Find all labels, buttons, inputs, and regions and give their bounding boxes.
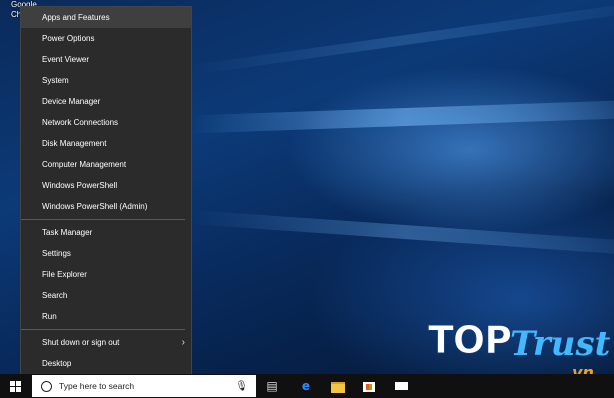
menu-item-settings[interactable]: Settings <box>21 243 191 264</box>
taskbar: Type here to search 🎙 ▤ e <box>0 374 614 398</box>
menu-item-label: Desktop <box>42 359 72 368</box>
microphone-icon[interactable]: 🎙 <box>235 381 248 392</box>
watermark-part1: TOP <box>427 318 512 363</box>
menu-item-label: Apps and Features <box>42 13 110 22</box>
menu-item-windows-powershell[interactable]: Windows PowerShell <box>21 175 191 196</box>
menu-item-apps-and-features[interactable]: Apps and Features <box>21 7 191 28</box>
watermark-part2: Trust <box>510 324 611 364</box>
task-view-icon[interactable]: ▤ <box>264 378 280 394</box>
start-button[interactable] <box>0 374 30 398</box>
taskbar-search-box[interactable]: Type here to search 🎙 <box>32 375 256 397</box>
menu-item-label: Task Manager <box>42 228 93 237</box>
menu-item-device-manager[interactable]: Device Manager <box>21 91 191 112</box>
menu-item-file-explorer[interactable]: File Explorer <box>21 264 191 285</box>
menu-item-label: Computer Management <box>42 160 127 169</box>
power-user-menu: Apps and Features Power Options Event Vi… <box>20 6 192 382</box>
menu-item-power-options[interactable]: Power Options <box>21 28 191 49</box>
store-icon[interactable] <box>361 378 377 394</box>
menu-item-label: System <box>42 76 69 85</box>
menu-item-system[interactable]: System <box>21 70 191 91</box>
file-explorer-icon[interactable] <box>330 378 346 394</box>
wallpaper-light-beam <box>190 4 614 76</box>
menu-item-label: Event Viewer <box>42 55 89 64</box>
menu-item-run[interactable]: Run <box>21 306 191 327</box>
menu-item-label: Shut down or sign out <box>42 338 120 347</box>
windows-logo-icon <box>9 380 21 392</box>
menu-item-label: Network Connections <box>42 118 119 127</box>
menu-item-label: Disk Management <box>42 139 107 148</box>
menu-item-label: Windows PowerShell <box>42 181 118 190</box>
menu-item-desktop[interactable]: Desktop <box>21 353 191 374</box>
menu-item-label: Run <box>42 312 57 321</box>
menu-item-task-manager[interactable]: Task Manager <box>21 222 191 243</box>
menu-item-shut-down-or-sign-out[interactable]: Shut down or sign out › <box>21 332 191 353</box>
menu-item-label: File Explorer <box>42 270 87 279</box>
cortana-circle-icon <box>41 380 52 392</box>
wallpaper-light-beam <box>190 100 614 134</box>
wallpaper-light-beam <box>190 209 614 255</box>
menu-separator <box>21 219 185 220</box>
mail-icon[interactable] <box>394 378 410 394</box>
search-input[interactable]: Type here to search <box>59 381 235 391</box>
menu-item-search[interactable]: Search <box>21 285 191 306</box>
menu-item-label: Settings <box>42 249 71 258</box>
menu-item-event-viewer[interactable]: Event Viewer <box>21 49 191 70</box>
menu-item-label: Search <box>42 291 68 300</box>
menu-item-computer-management[interactable]: Computer Management <box>21 154 191 175</box>
menu-item-windows-powershell-admin[interactable]: Windows PowerShell (Admin) <box>21 196 191 217</box>
menu-item-disk-management[interactable]: Disk Management <box>21 133 191 154</box>
menu-item-label: Windows PowerShell (Admin) <box>42 202 148 211</box>
menu-item-network-connections[interactable]: Network Connections <box>21 112 191 133</box>
menu-item-label: Device Manager <box>42 97 101 106</box>
menu-item-label: Power Options <box>42 34 95 43</box>
edge-icon[interactable]: e <box>298 378 314 394</box>
menu-separator <box>21 329 185 330</box>
chevron-right-icon: › <box>181 337 185 348</box>
